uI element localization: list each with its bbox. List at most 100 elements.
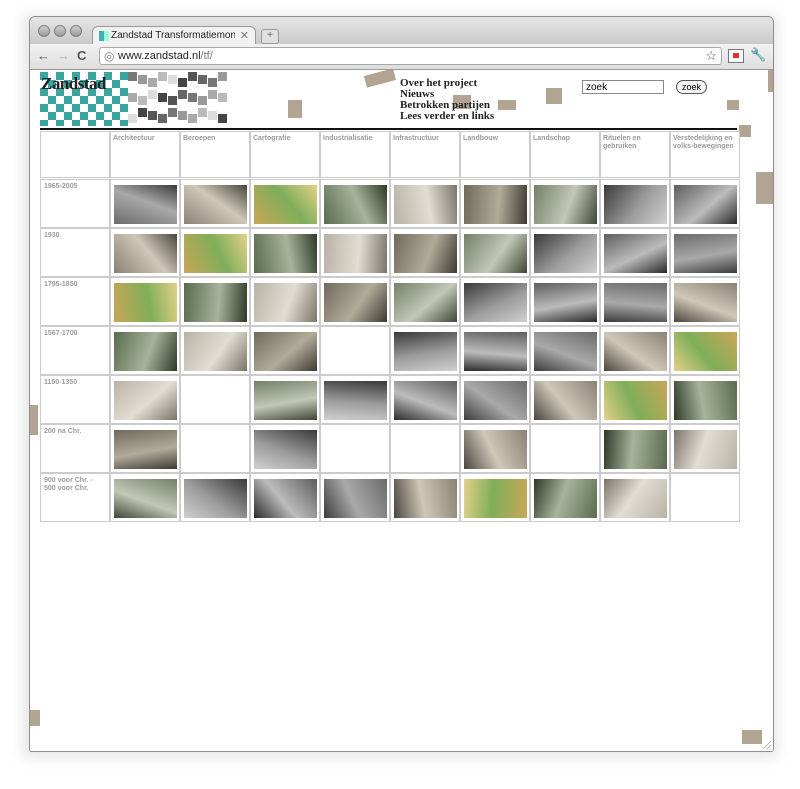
- thumbnail-image[interactable]: [604, 283, 667, 322]
- thumbnail-image[interactable]: [464, 332, 527, 371]
- thumbnail-image[interactable]: [464, 430, 527, 469]
- bookmark-star-icon[interactable]: ☆: [705, 48, 717, 64]
- mosaic-tile: [128, 93, 137, 102]
- thumbnail-image[interactable]: [604, 430, 667, 469]
- grid-cell: [180, 473, 250, 522]
- forward-icon[interactable]: →: [57, 48, 70, 63]
- thumbnail-image[interactable]: [464, 479, 527, 518]
- thumbnail-image[interactable]: [324, 234, 387, 273]
- address-bar[interactable]: ◎ www.zandstad.nl/tf/ ☆: [99, 47, 722, 65]
- tab-close-icon[interactable]: ✕: [240, 29, 249, 42]
- thumbnail-image[interactable]: [324, 479, 387, 518]
- mosaic-tile: [138, 75, 147, 84]
- thumbnail-image[interactable]: [464, 234, 527, 273]
- thumbnail-image[interactable]: [534, 185, 597, 224]
- thumbnail-image[interactable]: [464, 381, 527, 420]
- mosaic-tile: [208, 90, 217, 99]
- wrench-icon[interactable]: 🔧: [750, 47, 766, 63]
- thumbnail-image[interactable]: [534, 332, 597, 371]
- thumbnail-image[interactable]: [184, 479, 247, 518]
- thumbnail-image[interactable]: [674, 234, 737, 273]
- thumbnail-image[interactable]: [394, 185, 457, 224]
- thumbnail-image[interactable]: [114, 381, 177, 420]
- thumbnail-image[interactable]: [254, 185, 317, 224]
- back-icon[interactable]: ←: [37, 48, 50, 63]
- thumbnail-image[interactable]: [114, 479, 177, 518]
- thumbnail-image[interactable]: [254, 381, 317, 420]
- zoom-window-button[interactable]: [70, 25, 82, 37]
- thumbnail-image[interactable]: [534, 381, 597, 420]
- row-period-label: 1567-1700: [40, 326, 110, 375]
- thumbnail-image[interactable]: [674, 185, 737, 224]
- thumbnail-image[interactable]: [184, 185, 247, 224]
- grid-cell: [530, 473, 600, 522]
- thumbnail-image[interactable]: [394, 479, 457, 518]
- thumbnail-image[interactable]: [114, 332, 177, 371]
- thumbnail-image[interactable]: [394, 332, 457, 371]
- thumbnail-image[interactable]: [254, 479, 317, 518]
- thumbnail-image[interactable]: [114, 283, 177, 322]
- grid-cell: [600, 375, 670, 424]
- search-input[interactable]: [582, 80, 664, 94]
- thumbnail-image[interactable]: [254, 332, 317, 371]
- thumbnail-image[interactable]: [534, 479, 597, 518]
- extension-icon[interactable]: [728, 49, 744, 63]
- thumbnail-image[interactable]: [534, 234, 597, 273]
- thumbnail-image[interactable]: [394, 283, 457, 322]
- thumbnail-image[interactable]: [324, 185, 387, 224]
- thumbnail-image[interactable]: [604, 479, 667, 518]
- thumbnail-image[interactable]: [534, 283, 597, 322]
- browser-window: Zandstad Transformatiemon ✕ + ← → C ◎ ww…: [29, 16, 774, 752]
- close-window-button[interactable]: [38, 25, 50, 37]
- menu-item-lees-verder[interactable]: Lees verder en links: [400, 111, 494, 122]
- grid-cell: [110, 179, 180, 228]
- thumbnail-image[interactable]: [464, 283, 527, 322]
- thumbnail-image[interactable]: [604, 185, 667, 224]
- thumbnail-image[interactable]: [394, 234, 457, 273]
- row-period-label: 200 na Chr.: [40, 424, 110, 473]
- grid-cell: [530, 326, 600, 375]
- grid-cell: [670, 375, 740, 424]
- favicon-icon: [99, 31, 109, 41]
- resize-grip-icon[interactable]: [763, 741, 771, 749]
- browser-tab[interactable]: Zandstad Transformatiemon ✕: [92, 26, 256, 45]
- thumbnail-image[interactable]: [674, 283, 737, 322]
- thumbnail-image[interactable]: [674, 381, 737, 420]
- main-menu: Over het project Nieuws Betrokken partij…: [400, 78, 494, 122]
- grid-cell: [180, 179, 250, 228]
- thumbnail-image[interactable]: [604, 332, 667, 371]
- grid-cell: [390, 375, 460, 424]
- grid-cell: [320, 277, 390, 326]
- search-button[interactable]: zoek: [676, 80, 707, 94]
- thumbnail-image[interactable]: [324, 381, 387, 420]
- row-period-label: 1795-1850: [40, 277, 110, 326]
- grid-cell: [600, 473, 670, 522]
- thumbnail-image[interactable]: [114, 185, 177, 224]
- decor-blob: [727, 100, 739, 110]
- thumbnail-image[interactable]: [114, 234, 177, 273]
- thumbnail-image[interactable]: [184, 332, 247, 371]
- new-tab-button[interactable]: +: [261, 29, 279, 44]
- grid-cell: [320, 326, 390, 375]
- web-page: Zandstad Over het project Nieuws Betrokk…: [30, 70, 773, 751]
- thumbnail-image[interactable]: [604, 381, 667, 420]
- grid-cell: [460, 277, 530, 326]
- thumbnail-image[interactable]: [254, 234, 317, 273]
- grid-cell: [600, 179, 670, 228]
- thumbnail-image[interactable]: [464, 185, 527, 224]
- grid-cell: [320, 375, 390, 424]
- thumbnail-image[interactable]: [324, 283, 387, 322]
- thumbnail-image[interactable]: [254, 430, 317, 469]
- grid-cell: [180, 228, 250, 277]
- thumbnail-image[interactable]: [604, 234, 667, 273]
- thumbnail-image[interactable]: [674, 332, 737, 371]
- thumbnail-image[interactable]: [114, 430, 177, 469]
- thumbnail-image[interactable]: [674, 430, 737, 469]
- minimize-window-button[interactable]: [54, 25, 66, 37]
- thumbnail-image[interactable]: [184, 234, 247, 273]
- thumbnail-image[interactable]: [184, 283, 247, 322]
- thumbnail-image[interactable]: [254, 283, 317, 322]
- thumbnail-image[interactable]: [394, 381, 457, 420]
- reload-icon[interactable]: C: [77, 48, 86, 63]
- grid-cell: [250, 277, 320, 326]
